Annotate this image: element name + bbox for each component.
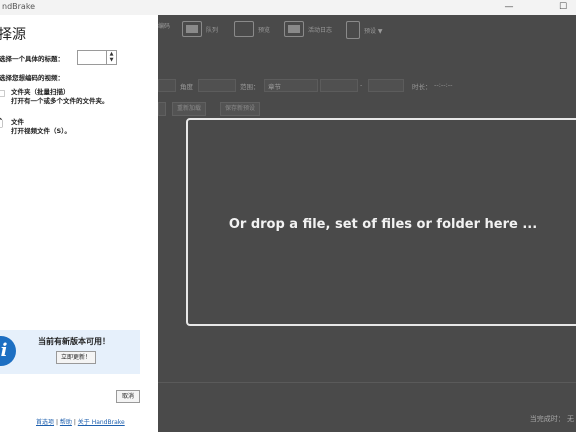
range-start-combo[interactable] [320, 79, 358, 92]
source-info-row: 角度 范围： 章节 - 时长： --:--:-- [158, 77, 576, 95]
panel-links: 首选项 | 帮助 | 关于 HandBrake [36, 417, 125, 426]
title-bar: ndBrake — ☐ [0, 0, 576, 15]
angle-label: 角度 [180, 83, 193, 91]
toolbar-encode[interactable]: 编码 [158, 21, 170, 30]
title-combo-remnant[interactable] [158, 79, 176, 92]
file-option-desc: 打开视频文件（S）。 [11, 127, 71, 135]
save-new-preset-button[interactable]: 保存新预设 [220, 102, 261, 116]
duration-value: --:--:-- [434, 81, 453, 89]
range-value: 章节 [268, 83, 281, 91]
cancel-button[interactable]: 取消 [116, 390, 141, 403]
angle-combo[interactable] [198, 79, 236, 92]
drop-zone[interactable]: Or drop a file, set of files or folder h… [186, 118, 576, 326]
panel-heading: 择源 [0, 27, 26, 43]
range-dash: - [360, 81, 363, 89]
toolbar-activity-log[interactable]: 活动日志 [284, 21, 332, 37]
presets-icon [346, 21, 360, 39]
queue-label: 队列 [206, 26, 219, 34]
update-text: 当前有新版本可用！ [38, 337, 110, 346]
help-link[interactable]: 帮助 [60, 419, 72, 426]
folder-icon: 🗀 [0, 87, 6, 101]
range-end-combo[interactable] [368, 79, 404, 92]
destination-bar [158, 382, 576, 401]
file-icon: 🗋 [0, 117, 6, 131]
when-done-label[interactable]: 当完成时： 无 [530, 414, 574, 424]
encode-label: 编码 [158, 23, 171, 30]
title-number-spinner[interactable]: ▲ ▼ [77, 50, 117, 65]
toolbar-presets[interactable]: 预设 ▼ [346, 21, 383, 39]
minimize-button[interactable]: — [496, 0, 522, 15]
presets-label: 预设 ▼ [364, 27, 383, 35]
link-separator: | [73, 419, 76, 426]
activity-log-icon [284, 21, 304, 37]
range-label: 范围： [240, 83, 260, 91]
maximize-button[interactable]: ☐ [550, 0, 576, 15]
info-icon: i [0, 336, 16, 366]
duration-label: 时长： [412, 83, 432, 91]
range-combo[interactable]: 章节 [264, 79, 318, 92]
title-select-label: 选择一个具体的标题： [0, 55, 64, 63]
preview-label: 预览 [258, 26, 271, 34]
folder-option-desc: 打开有一个或多个文件的文件夹。 [11, 97, 109, 105]
spinner-arrows-icon[interactable]: ▲ ▼ [106, 51, 116, 64]
queue-icon [182, 21, 202, 37]
preview-icon [234, 21, 254, 37]
toolbar-preview[interactable]: 预览 [234, 21, 270, 37]
link-separator: | [55, 419, 58, 426]
window-title: ndBrake [2, 2, 36, 11]
hidden-button-remnant[interactable] [158, 102, 166, 116]
update-notice: i 当前有新版本可用！ 立即更新！ [0, 330, 140, 374]
choose-video-label: 选择您想编码的视频： [0, 74, 64, 82]
reload-button[interactable]: 重新加载 [172, 102, 207, 116]
preferences-link[interactable]: 首选项 [36, 419, 54, 426]
about-link[interactable]: 关于 HandBrake [78, 419, 125, 426]
status-bar: 当完成时： 无 [158, 400, 576, 432]
source-selection-panel: 择源 选择一个具体的标题： ▲▼ 选择您想编码的视频： 🗀 文件夹（批量扫描） … [0, 15, 158, 432]
toolbar: 编码 队列 预览 活动日志 预设 ▼ [158, 17, 576, 39]
toolbar-queue[interactable]: 队列 [182, 21, 218, 37]
activity-log-label: 活动日志 [308, 26, 333, 34]
drop-zone-message: Or drop a file, set of files or folder h… [228, 217, 538, 232]
update-now-button[interactable]: 立即更新！ [56, 351, 97, 364]
